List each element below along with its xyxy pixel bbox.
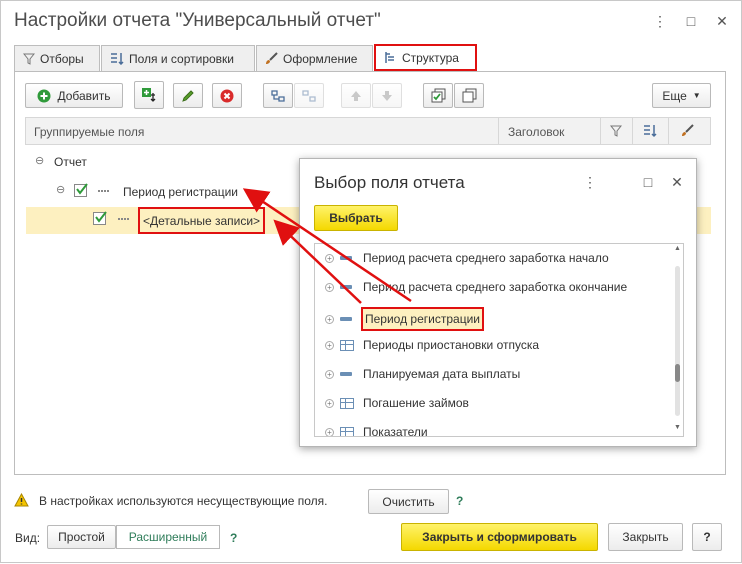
help-link[interactable]: ? [456,494,463,508]
clear-button[interactable]: Очистить [368,489,449,514]
close-and-build-button[interactable]: Закрыть и сформировать [401,523,598,551]
settings-window: Настройки отчета "Универсальный отчет" ⋮… [0,0,742,563]
view-simple-button[interactable]: Простой [47,525,116,549]
help-button[interactable]: ? [692,523,722,551]
arrow-to-details [273,219,362,304]
close-button[interactable]: Закрыть [608,523,683,551]
warning-icon [14,493,29,507]
warning-text: В настройках используются несуществующие… [39,494,328,508]
arrow-to-period [242,188,412,303]
annotation-arrows [242,188,412,304]
help-link[interactable]: ? [230,531,237,545]
view-extended-button[interactable]: Расширенный [116,525,220,549]
view-label: Вид: [15,531,41,545]
